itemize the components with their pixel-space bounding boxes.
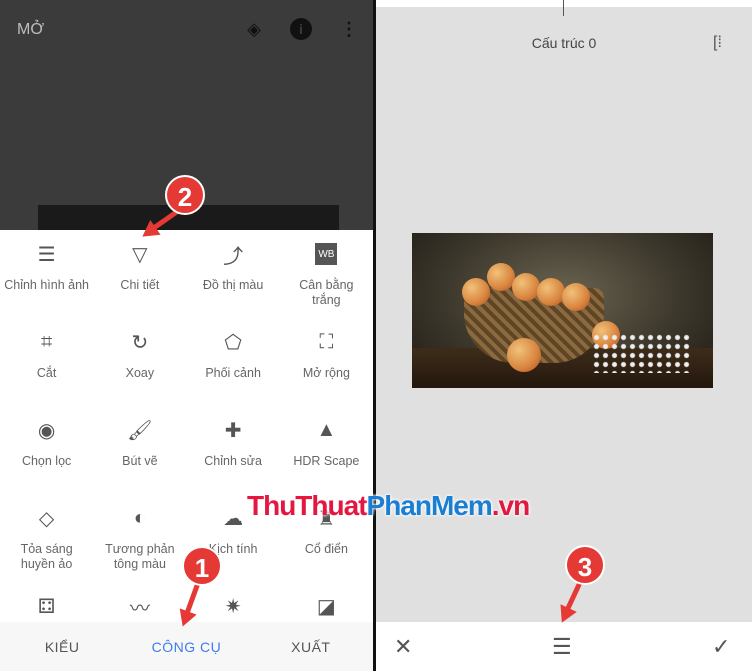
bottom-nav: KIỂU CÔNG CỤ XUẤT: [0, 622, 373, 671]
tonal-contrast-icon: ◐: [133, 506, 146, 529]
watermark-part: PhanMem: [366, 490, 493, 521]
tool-item[interactable]: ⌗ Cắt: [0, 326, 93, 414]
compare-icon[interactable]: [⁞: [713, 34, 722, 52]
tool-label: HDR Scape: [293, 454, 360, 468]
tool-item[interactable]: ⤴ Đồ thị màu: [187, 238, 280, 326]
tool-item[interactable]: ✷: [187, 590, 280, 622]
tool-item[interactable]: ◉ Chọn lọc: [0, 414, 93, 502]
tool-item[interactable]: ◇ Tỏa sáng huyền ảo: [0, 502, 93, 590]
mountains-icon: ▲: [316, 418, 337, 441]
peach: [462, 278, 490, 306]
edit-bottom-bar: ✕ ☰ ✓: [376, 622, 752, 671]
check-icon[interactable]: ✓: [712, 634, 730, 660]
tool-label: Cổ điển: [304, 542, 348, 556]
slider-indicator[interactable]: [563, 0, 564, 16]
healing-icon: ✚: [224, 419, 242, 442]
tool-label: Chi tiết: [120, 278, 160, 292]
right-screen: Cấu trúc 0 [⁞ ✕ ☰ ✓: [376, 0, 752, 671]
peach: [507, 338, 541, 372]
annotation-badge-2: 2: [165, 175, 205, 215]
expand-icon: ⛶: [319, 330, 334, 353]
open-button[interactable]: MỞ: [17, 21, 44, 39]
glamour-glow-icon: ◇: [38, 507, 55, 530]
tool-label: Đồ thị màu: [202, 278, 264, 292]
triangle-details-icon: ▽: [132, 243, 148, 266]
watermark-part: .vn: [491, 490, 530, 521]
curves-icon: ⤴: [223, 245, 244, 268]
watermark-part: ThuThuat: [247, 490, 368, 521]
guitar-grunge-icon: ✷: [224, 595, 242, 618]
more-vert-icon[interactable]: ⋮: [338, 18, 360, 40]
close-icon[interactable]: ✕: [394, 634, 412, 660]
layers-undo-icon[interactable]: ◈: [243, 18, 265, 40]
tool-item[interactable]: ⚃: [0, 590, 93, 622]
selective-icon: ◉: [37, 419, 56, 442]
adjust-icon[interactable]: ☰: [552, 634, 572, 660]
tool-label: Cắt: [36, 366, 57, 380]
white-balance-icon: WB: [315, 243, 338, 265]
grainy-film-icon: ⚃: [37, 595, 56, 618]
info-icon[interactable]: i: [290, 18, 312, 40]
drama-cloud-icon: ☁: [223, 507, 244, 530]
peach: [537, 278, 565, 306]
adjustment-label: Cấu trúc 0: [531, 35, 597, 51]
tool-item[interactable]: WB Cân bằng trắng: [280, 238, 373, 326]
tool-item[interactable]: ▲ HDR Scape: [280, 414, 373, 502]
tool-item[interactable]: ↻ Xoay: [93, 326, 186, 414]
perspective-icon: ⬠: [224, 331, 242, 354]
annotation-badge-3: 3: [565, 545, 605, 585]
tool-item[interactable]: ☰ Chỉnh hình ảnh: [0, 238, 93, 326]
tab-tools[interactable]: CÔNG CỤ: [124, 639, 248, 655]
tool-item[interactable]: ▽ Chi tiết: [93, 238, 186, 326]
tool-item[interactable]: ⬠ Phối cảnh: [187, 326, 280, 414]
tool-item[interactable]: ⛶ Mở rộng: [280, 326, 373, 414]
rotate-icon: ↻: [131, 331, 149, 354]
crop-icon: ⌗: [40, 330, 53, 353]
tool-label: Mở rộng: [302, 366, 350, 380]
edited-photo: [412, 233, 713, 388]
tool-item[interactable]: ◪: [280, 590, 373, 622]
tool-label: Bút vẽ: [122, 454, 158, 468]
peach: [487, 263, 515, 291]
mustache-icon: 〰: [129, 597, 150, 620]
flowers: [592, 333, 692, 373]
tool-item[interactable]: ◐ Tương phản tông màu: [93, 502, 186, 590]
tool-item[interactable]: 〰: [93, 590, 186, 622]
tool-item[interactable]: ✚ Chỉnh sửa: [187, 414, 280, 502]
tool-label: Cân bằng trắng: [299, 278, 354, 307]
tool-item[interactable]: 🖌 Bút vẽ: [93, 414, 186, 502]
peach: [512, 273, 540, 301]
annotation-badge-1: 1: [182, 546, 222, 586]
tune-icon: ☰: [37, 243, 56, 266]
tool-label: Chỉnh sửa: [204, 454, 262, 468]
tool-label: Xoay: [125, 366, 155, 380]
frame-icon: ◪: [316, 595, 336, 618]
watermark: ThuThuatPhanMem.vn: [247, 490, 530, 522]
top-strip: [376, 0, 752, 7]
tool-label: Chỉnh hình ảnh: [4, 278, 90, 292]
tool-label: Tương phản tông màu: [105, 542, 175, 571]
tool-label: Phối cảnh: [205, 366, 261, 380]
tab-styles[interactable]: KIỂU: [0, 639, 124, 655]
tab-export[interactable]: XUẤT: [249, 639, 373, 655]
tool-label: Tỏa sáng huyền ảo: [20, 542, 73, 571]
brush-icon: 🖌: [127, 419, 153, 442]
peach: [562, 283, 590, 311]
tool-label: Chọn lọc: [21, 454, 72, 468]
